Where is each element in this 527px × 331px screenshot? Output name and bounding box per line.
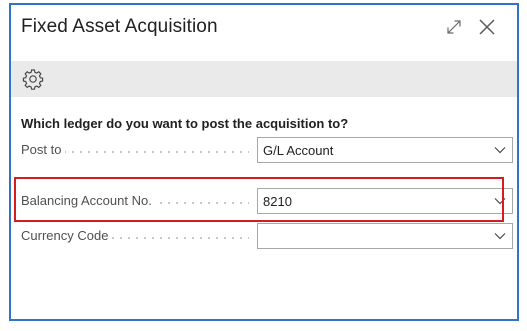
balancing-account-value: 8210	[263, 194, 292, 209]
fixed-asset-acquisition-dialog: Fixed Asset Acquisition Which ledger do …	[9, 3, 519, 321]
post-to-value: G/L Account	[263, 143, 334, 158]
gear-icon	[22, 69, 44, 90]
title-bar: Fixed Asset Acquisition	[11, 5, 517, 55]
ledger-question: Which ledger do you want to post the acq…	[21, 116, 349, 131]
close-icon	[479, 19, 495, 35]
balancing-account-select[interactable]: 8210	[257, 188, 513, 214]
currency-code-field: Currency Code	[21, 223, 513, 249]
post-to-label: Post to	[21, 142, 66, 157]
close-button[interactable]	[477, 17, 497, 37]
currency-code-select[interactable]	[257, 223, 513, 249]
balancing-account-label: Balancing Account No.	[21, 193, 156, 208]
settings-button[interactable]	[22, 68, 44, 90]
dialog-title: Fixed Asset Acquisition	[21, 16, 218, 37]
chevron-down-icon	[494, 147, 506, 154]
chevron-down-icon	[494, 198, 506, 205]
chevron-down-icon	[494, 233, 506, 240]
action-toolbar	[11, 61, 517, 97]
currency-code-label: Currency Code	[21, 228, 113, 243]
post-to-field: Post to G/L Account	[21, 137, 513, 163]
balancing-account-field: Balancing Account No. 8210	[21, 188, 513, 214]
expand-icon	[447, 20, 461, 34]
post-to-select[interactable]: G/L Account	[257, 137, 513, 163]
expand-button[interactable]	[445, 18, 463, 36]
